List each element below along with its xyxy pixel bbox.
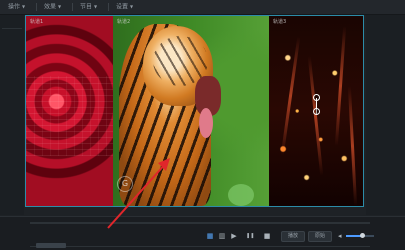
right-panel [366,15,405,215]
spark-streak [334,26,347,146]
menu-divider [72,3,73,11]
chevron-down-icon: ▼ [22,4,26,9]
menu-bar: 操作 ▼ 效果 ▼ 节目 ▼ 设置 ▼ [0,0,405,15]
menu-item-effects[interactable]: 效果 ▼ [44,2,61,12]
preview-panel-rose[interactable]: 轨道1 [26,16,113,206]
tiger-tongue [199,108,213,138]
spark-streak [307,56,324,176]
menu-item-label: 节目 [80,3,93,11]
menu-item-program[interactable]: 节目 ▼ [80,2,97,12]
menu-item-label: 设置 [116,3,129,11]
panel-label: 轨道1 [30,19,44,25]
fit-icon[interactable]: ▦ [206,232,214,240]
play-button[interactable]: ▶ [230,232,238,240]
original-size-button[interactable]: 原始 [308,231,332,242]
preview-panel-tiger[interactable]: G 轨道2 [113,16,269,206]
grass-blob [228,184,254,206]
stop-button[interactable]: ■ [263,232,271,240]
timeline-scrubber[interactable] [30,222,370,224]
left-panel [0,15,24,215]
menu-item-operations[interactable]: 操作 ▼ [8,2,25,12]
preview-panel-sparks[interactable]: 轨道3 [269,16,363,206]
transform-handle-bottom[interactable] [313,108,320,115]
playback-bar: ▦ ▥ ▶ ❚❚ ■ 播放 原始 ◂ [0,216,405,250]
pause-button[interactable]: ❚❚ [246,232,254,240]
volume-slider-knob[interactable] [360,233,366,238]
left-panel-divider [2,28,22,29]
split-icon[interactable]: ▥ [218,232,226,240]
chevron-down-icon: ▼ [94,4,98,9]
menu-item-label: 效果 [44,3,57,11]
playback-mode-button[interactable]: 播放 [281,231,305,242]
chevron-down-icon: ▼ [58,4,62,9]
chevron-down-icon: ▼ [130,4,134,9]
preview-canvas[interactable]: 轨道1 G 轨道2 轨道3 [25,15,364,207]
menu-divider [108,3,109,11]
volume-icon[interactable]: ◂ [338,232,344,240]
menu-item-settings[interactable]: 设置 ▼ [116,2,133,12]
spark-streak [347,86,358,206]
menu-divider [36,3,37,11]
spark-streak [280,36,301,156]
panel-label: 轨道2 [117,19,131,25]
menu-item-label: 操作 [8,3,21,11]
zoom-thumb[interactable] [36,243,66,248]
rose-grid-overlay [26,76,113,156]
panel-label: 轨道3 [273,19,287,25]
watermark-logo: G [117,176,133,192]
zoom-track[interactable] [30,246,370,247]
